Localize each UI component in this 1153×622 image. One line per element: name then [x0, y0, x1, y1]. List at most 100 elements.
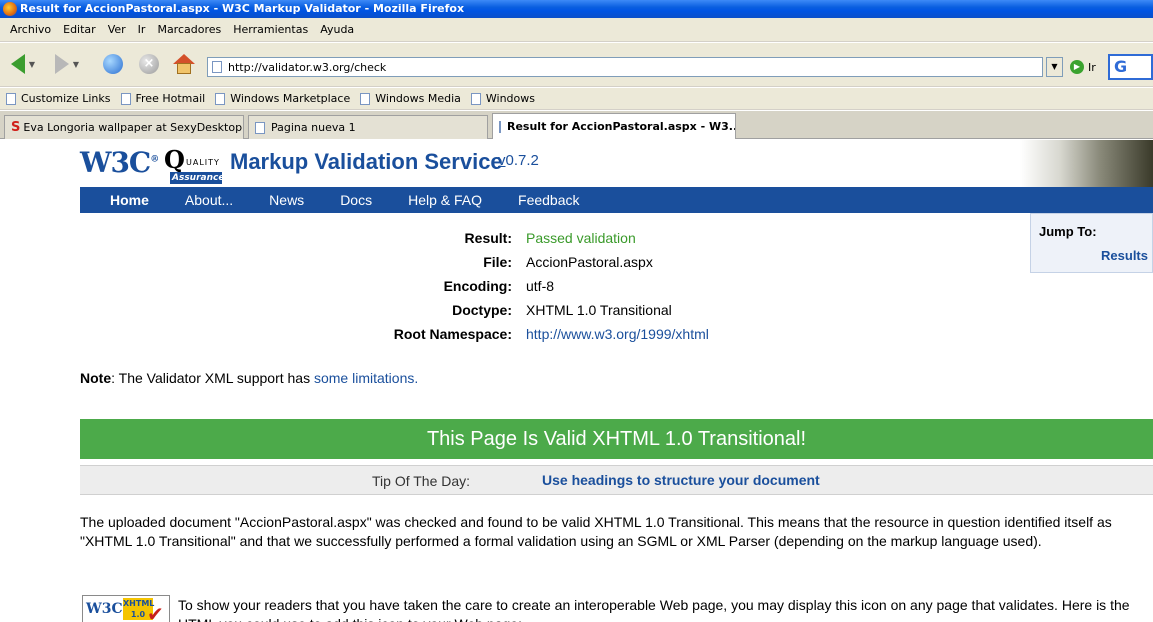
qa-logo-q: Q: [164, 145, 185, 174]
validation-explanation: The uploaded document "AccionPastoral.as…: [80, 514, 1112, 549]
qa-logo-assurance: Assurance: [170, 172, 225, 184]
validator-banner: W3C® Q UALITY Assurance Markup Validatio…: [80, 140, 1153, 187]
doctype-value: XHTML 1.0 Transitional: [526, 302, 672, 318]
url-input[interactable]: http://validator.w3.org/check: [207, 57, 1043, 77]
page-title: Markup Validation Service: [230, 149, 503, 174]
encoding-value: utf-8: [526, 278, 555, 294]
tab-result-accionpastoral[interactable]: Result for AccionPastoral.aspx - W3...: [492, 113, 736, 139]
site-favicon-icon: S: [11, 120, 21, 135]
bookmark-label: Customize Links: [21, 92, 111, 105]
search-input[interactable]: G: [1108, 54, 1153, 80]
bookmark-label: Free Hotmail: [135, 92, 206, 105]
tab-label: Result for AccionPastoral.aspx - W3...: [507, 120, 736, 133]
encoding-label: Encoding:: [443, 278, 512, 294]
page-icon: [255, 121, 265, 134]
tab-eva-longoria[interactable]: S Eva Longoria wallpaper at SexyDesktop …: [4, 115, 244, 139]
nav-feedback[interactable]: Feedback: [518, 192, 579, 208]
file-value: AccionPastoral.aspx: [526, 254, 653, 270]
nav-docs[interactable]: Docs: [340, 192, 372, 208]
url-history-dropdown[interactable]: ▼: [1046, 57, 1063, 77]
root-namespace-label: Root Namespace:: [393, 326, 512, 342]
google-icon: G: [1114, 57, 1128, 76]
bookmark-windows[interactable]: Windows: [470, 92, 535, 105]
tip-label: Tip Of The Day:: [372, 473, 471, 489]
result-label: Result:: [464, 230, 512, 246]
root-namespace-link[interactable]: http://www.w3.org/1999/xhtml: [526, 326, 709, 342]
qa-logo[interactable]: Q UALITY Assurance: [164, 145, 225, 184]
bookmark-free-hotmail[interactable]: Free Hotmail: [120, 92, 206, 105]
jump-results-link[interactable]: Results: [1101, 248, 1148, 263]
tip-of-the-day: Tip Of The Day: Use headings to structur…: [80, 465, 1153, 495]
encoding-row: Encoding: utf-8: [80, 278, 1030, 298]
note-label: Note: [80, 370, 112, 386]
qa-logo-uality: UALITY: [186, 158, 220, 167]
menu-herramientas[interactable]: Herramientas: [227, 23, 314, 36]
page-icon: [470, 92, 481, 105]
forward-button[interactable]: ▼: [50, 51, 84, 77]
nav-about[interactable]: About...: [185, 192, 233, 208]
jump-to-box: Jump To: Results: [1030, 213, 1153, 273]
menu-bar: Archivo Editar Ver Ir Marcadores Herrami…: [0, 18, 1153, 42]
back-button[interactable]: ▼: [6, 51, 40, 77]
tab-strip: S Eva Longoria wallpaper at SexyDesktop …: [0, 111, 1153, 139]
nav-news[interactable]: News: [269, 192, 304, 208]
chevron-down-icon[interactable]: ▼: [73, 60, 79, 69]
go-label: Ir: [1088, 60, 1096, 74]
forward-arrow-icon: [54, 54, 69, 74]
back-arrow-icon: [10, 54, 25, 74]
stop-icon: ×: [139, 54, 159, 74]
tab-label: Eva Longoria wallpaper at SexyDesktop - …: [23, 121, 243, 134]
menu-archivo[interactable]: Archivo: [4, 23, 57, 36]
reload-icon: [103, 54, 123, 74]
doctype-label: Doctype:: [452, 302, 512, 318]
checkmark-icon: ✔: [147, 602, 164, 622]
nav-help-faq[interactable]: Help & FAQ: [408, 192, 482, 208]
menu-ayuda[interactable]: Ayuda: [314, 23, 360, 36]
nav-home[interactable]: Home: [110, 192, 149, 208]
page-icon: [215, 92, 226, 105]
limitations-link[interactable]: some limitations.: [314, 370, 418, 386]
site-navigation: Home About... News Docs Help & FAQ Feedb…: [80, 187, 1153, 213]
menu-marcadores[interactable]: Marcadores: [151, 23, 227, 36]
note-text: : The Validator XML support has: [111, 370, 314, 386]
tip-link[interactable]: Use headings to structure your document: [542, 472, 820, 488]
bookmark-label: Windows: [485, 92, 535, 105]
reload-button[interactable]: [100, 51, 126, 77]
w3c-logo[interactable]: W3C®: [80, 146, 159, 179]
firefox-icon: [3, 2, 17, 16]
tab-pagina-nueva[interactable]: Pagina nueva 1: [248, 115, 488, 139]
navigation-toolbar: ▼ ▼ × http://validator.w3.org/check ▼ ▶ …: [0, 43, 1153, 87]
xml-support-note: Note: The Validator XML support has some…: [80, 370, 418, 386]
badge-explanation: To show your readers that you have taken…: [178, 597, 1130, 622]
bookmark-windows-marketplace[interactable]: Windows Marketplace: [215, 92, 350, 105]
result-row: Result: Passed validation: [80, 230, 1030, 250]
page-icon: [6, 92, 16, 105]
url-text: http://validator.w3.org/check: [228, 60, 387, 74]
version-link[interactable]: v0.7.2: [498, 152, 539, 169]
page-icon: [499, 120, 501, 133]
doctype-row: Doctype: XHTML 1.0 Transitional: [80, 302, 1030, 322]
page-icon: [120, 92, 131, 105]
go-arrow-icon: ▶: [1070, 60, 1084, 74]
result-value: Passed validation: [526, 230, 636, 246]
stop-button[interactable]: ×: [136, 51, 162, 77]
home-button[interactable]: [170, 51, 198, 77]
root-namespace-row: Root Namespace: http://www.w3.org/1999/x…: [80, 326, 1030, 346]
tab-label: Pagina nueva 1: [271, 121, 356, 134]
valid-xhtml-badge[interactable]: W3C XHTML 1.0 ✔: [82, 595, 170, 622]
bookmarks-toolbar: Customize Links Free Hotmail Windows Mar…: [0, 88, 1153, 110]
bookmark-windows-media[interactable]: Windows Media: [360, 92, 461, 105]
home-icon: [173, 54, 195, 74]
chevron-down-icon[interactable]: ▼: [29, 60, 35, 69]
window-titlebar: Result for AccionPastoral.aspx - W3C Mar…: [0, 0, 1153, 18]
menu-ver[interactable]: Ver: [102, 23, 132, 36]
menu-ir[interactable]: Ir: [132, 23, 152, 36]
bookmark-customize-links[interactable]: Customize Links: [6, 92, 111, 105]
file-label: File:: [483, 254, 512, 270]
menu-editar[interactable]: Editar: [57, 23, 102, 36]
valid-banner: This Page Is Valid XHTML 1.0 Transitiona…: [80, 419, 1153, 459]
badge-w3c-text: W3C: [86, 601, 123, 617]
file-row: File: AccionPastoral.aspx: [80, 254, 1030, 274]
page-content: W3C® Q UALITY Assurance Markup Validatio…: [0, 140, 1153, 622]
go-button[interactable]: ▶ Ir: [1070, 57, 1096, 77]
